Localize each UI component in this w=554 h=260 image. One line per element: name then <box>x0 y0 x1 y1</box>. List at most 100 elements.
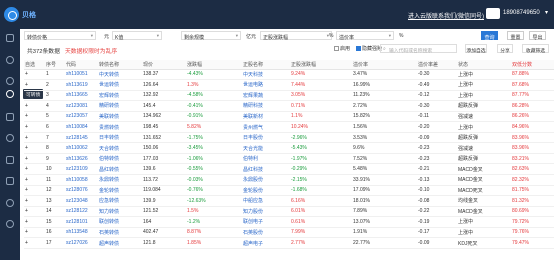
bond-name-link[interactable]: 宏辉转债 <box>98 90 142 102</box>
stock-name-link[interactable]: 联创电子 <box>242 216 290 228</box>
bond-code-link[interactable]: sz128145 <box>65 132 98 144</box>
gear-icon[interactable] <box>6 220 14 228</box>
table-row[interactable]: +1 sh110051 中天转债 138.37 -4.43% 中天科技 9.24% 3.47%… <box>24 69 554 81</box>
column-header[interactable]: 状态 <box>457 60 511 70</box>
column-header[interactable]: 代码 <box>65 60 98 70</box>
bond-code-link[interactable]: sh110058 <box>65 174 98 186</box>
add-watchlist-cell[interactable]: + <box>24 100 45 112</box>
cloud-version-link[interactable]: 进入云版 <box>408 11 432 20</box>
stock-name-link[interactable]: 贵州燃气 <box>242 121 290 133</box>
price-filter-select[interactable]: 转债价格 ▾ <box>24 31 96 41</box>
table-row[interactable]: +9 sh113626 伯特转债 177.03 -1.06% 伯特利 -1.97% 7.52%… <box>24 153 554 165</box>
user-phone[interactable]: 18908749650 <box>503 10 540 16</box>
bond-code-link[interactable]: sh113626 <box>65 153 98 165</box>
stock-name-link[interactable]: 天合光能 <box>242 142 290 154</box>
bond-code-link[interactable]: sz128101 <box>65 216 98 228</box>
bond-code-link[interactable]: sz123057 <box>65 111 98 123</box>
table-row[interactable]: +12 sz128076 金轮转债 119.084 -0.76% 金轮股份 -1.68% 17… <box>24 185 554 197</box>
table-row[interactable]: +16 sh113548 石英转债 402.47 8.87% 石英股份 7.99% 1.91%… <box>24 227 554 239</box>
stock-name-link[interactable]: 精研科技 <box>242 100 290 112</box>
enable-checkbox[interactable]: 启用 <box>334 45 350 52</box>
table-row[interactable]: +2 sh113619 世运转债 126.64 1.3% 世运电路 7.44% 16.99% -… <box>24 79 554 91</box>
bond-name-link[interactable]: 昌红转债 <box>98 163 142 175</box>
column-header[interactable]: 涨跌幅 <box>186 60 242 70</box>
bond-code-link[interactable]: sh110062 <box>65 142 98 154</box>
column-header[interactable]: 正股涨跌幅 <box>290 60 352 70</box>
bond-name-link[interactable]: 金轮转债 <box>98 185 142 197</box>
column-header[interactable]: 正股名称 <box>242 60 290 70</box>
table-row[interactable]: +5 sz123057 美联转债 134.962 -0.91% 美联新材 1.1% 15.82… <box>24 111 554 123</box>
bond-code-link[interactable]: sh110084 <box>65 121 98 133</box>
bell-icon[interactable] <box>6 199 14 207</box>
stock-name-link[interactable]: 中天科技 <box>242 69 290 81</box>
add-watchlist-cell[interactable]: + <box>24 153 45 165</box>
add-watchlist-cell[interactable]: + <box>24 216 45 228</box>
bond-name-link[interactable]: 美联转债 <box>98 111 142 123</box>
table-row[interactable]: +13 sz123048 应急转债 139.9 -12.63% 中船应急 6.16% 18.0… <box>24 195 554 207</box>
stock-name-link[interactable]: 金轮股份 <box>242 185 290 197</box>
stock-name-link[interactable]: 世运电路 <box>242 79 290 91</box>
bond-name-link[interactable]: 应急转债 <box>98 195 142 207</box>
bond-code-link[interactable]: sz123081 <box>65 100 98 112</box>
bond-name-link[interactable]: 石英转债 <box>98 227 142 239</box>
bond-name-link[interactable]: 世运转债 <box>98 79 142 91</box>
table-row[interactable]: +4 sz123081 精研转债 145.4 -0.41% 精研科技 0.71% 2.72% -… <box>24 100 554 112</box>
stock-name-link[interactable]: 超声电子 <box>242 237 290 249</box>
stock-name-link[interactable]: 宏辉果蔬 <box>242 90 290 102</box>
bond-name-link[interactable]: 中天转债 <box>98 69 142 81</box>
contact-us-link[interactable]: 联系我们(微信同号) <box>432 11 484 20</box>
hide-redemption-checkbox[interactable]: 隐藏强赎 <box>356 45 382 52</box>
table-row[interactable]: +6 sh110084 贵燃转债 198.45 5.82% 贵州燃气 10.24% 1.56%… <box>24 121 554 133</box>
table-row[interactable]: +15 sz128101 联创转债 164 -1.2% 联创电子 0.61% 13.07% -0… <box>24 216 554 228</box>
stock-name-link[interactable]: 石英股份 <box>242 227 290 239</box>
stock-name-link[interactable]: 中船应急 <box>242 195 290 207</box>
stock-name-link[interactable]: 昌红科技 <box>242 163 290 175</box>
avatar[interactable] <box>486 8 500 19</box>
table-row[interactable]: +7 sz128145 日丰转债 131.652 -1.75% 日丰股份 -2.96% 3.5… <box>24 132 554 144</box>
add-watchlist-cell[interactable]: + <box>24 185 45 197</box>
column-header[interactable]: 转债名称 <box>98 60 142 70</box>
bond-code-link[interactable]: sh110051 <box>65 69 98 81</box>
remaining-size-select[interactable]: 剩余规模 ▾ <box>181 31 241 41</box>
add-watchlist-button[interactable]: 添加自选 <box>465 44 487 54</box>
add-watchlist-cell[interactable]: + <box>24 195 45 207</box>
search-input[interactable]: ⌕ 输入代码或名称搜索 <box>380 44 457 54</box>
layers-icon[interactable] <box>6 177 14 185</box>
user-icon[interactable] <box>6 156 14 164</box>
table-row[interactable]: +10 sz123109 昌红转债 139.6 -0.55% 昌红科技 -0.29% 5.48… <box>24 163 554 175</box>
reset-button[interactable]: 重置 <box>507 31 524 41</box>
column-header[interactable]: 现价 <box>142 60 186 70</box>
bond-code-link[interactable]: sz127026 <box>65 237 98 249</box>
bond-code-link[interactable]: sh113548 <box>65 227 98 239</box>
collect-filter-button[interactable]: 收藏筛选 <box>522 44 549 54</box>
settings-icon[interactable] <box>6 134 14 142</box>
add-watchlist-cell[interactable]: + <box>24 79 45 91</box>
add-watchlist-cell[interactable]: + <box>24 132 45 144</box>
search-button[interactable]: 查询 <box>481 31 498 41</box>
bond-name-link[interactable]: 日丰转债 <box>98 132 142 144</box>
table-row[interactable]: +11 sh110058 永鼎转债 113.72 -0.03% 永鼎股份 -2.15% 33.… <box>24 174 554 186</box>
history-icon[interactable] <box>6 77 14 85</box>
column-header[interactable]: 序号 <box>45 60 65 70</box>
add-watchlist-cell[interactable]: + <box>24 111 45 123</box>
bond-code-link[interactable]: sh113665 <box>65 90 98 102</box>
add-watchlist-cell[interactable]: + <box>24 142 45 154</box>
stock-name-link[interactable]: 美联新材 <box>242 111 290 123</box>
bond-name-link[interactable]: 超声转债 <box>98 237 142 249</box>
bond-code-link[interactable]: sh113619 <box>65 79 98 91</box>
column-header[interactable]: 溢价率 <box>352 60 417 70</box>
bond-name-link[interactable]: 精研转债 <box>98 100 142 112</box>
table-row[interactable]: +14 sz128122 知力转债 121.52 1.5% 知力股份 6.01% 7.89% -… <box>24 206 554 218</box>
column-header[interactable]: 自选 <box>24 60 45 70</box>
chart-icon[interactable] <box>6 56 14 64</box>
add-watchlist-cell[interactable]: + <box>24 206 45 218</box>
stock-change-select[interactable]: 正股涨跌幅 ▾ <box>260 31 332 41</box>
bond-code-link[interactable]: sz123048 <box>65 195 98 207</box>
bond-name-link[interactable]: 伯特转债 <box>98 153 142 165</box>
table-row[interactable]: +17 sz127026 超声转债 121.8 1.85% 超声电子 2.77% 22.77%… <box>24 237 554 249</box>
home-icon[interactable] <box>6 34 14 42</box>
bond-code-link[interactable]: sz128122 <box>65 206 98 218</box>
bond-code-link[interactable]: sz128076 <box>65 185 98 197</box>
column-header[interactable]: 溢价率差 <box>417 60 457 70</box>
export-button[interactable]: 导出 <box>529 31 546 41</box>
